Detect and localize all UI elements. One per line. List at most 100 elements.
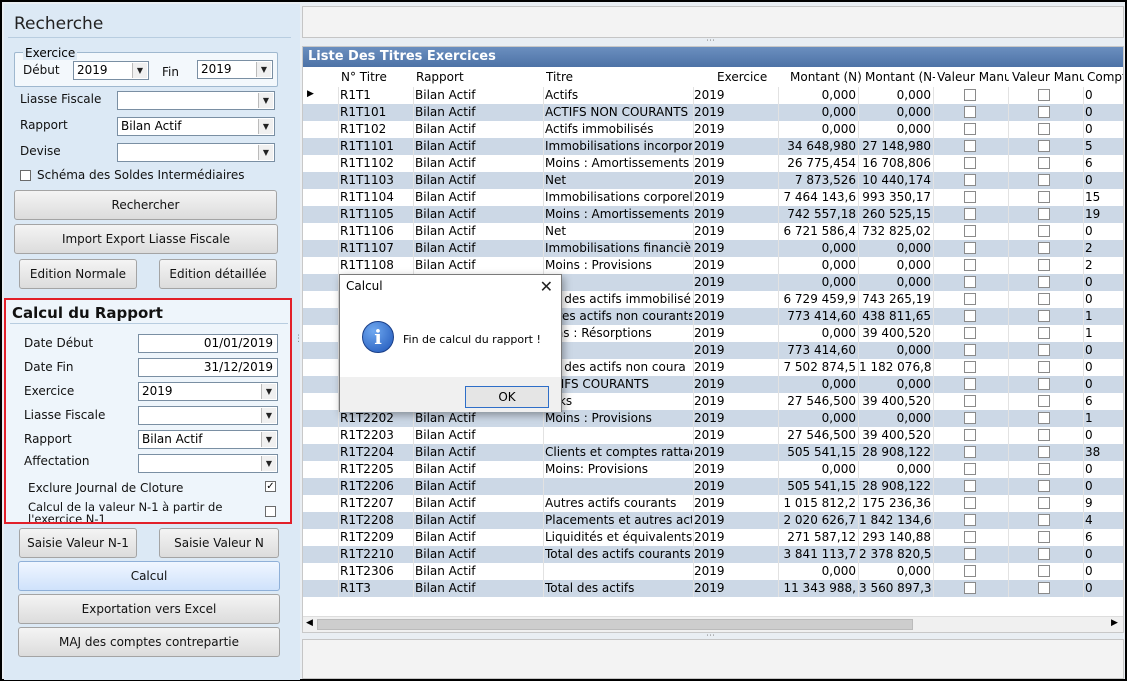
cell-rapport[interactable]: Bilan Actif xyxy=(415,513,540,527)
table-row[interactable]: R1T1 Bilan Actif Actifs 2019 0,000 0,000 0 xyxy=(303,87,1123,104)
date-debut-input[interactable]: 01/01/2019 xyxy=(138,334,278,353)
cell-titre[interactable]: Total des actifs xyxy=(545,581,692,595)
cell-montant-n1[interactable]: 0,000 xyxy=(859,275,931,289)
cell-rapport[interactable]: Bilan Actif xyxy=(415,173,540,187)
cell-titre[interactable]: Immobilisations incorpore xyxy=(545,139,692,153)
cell-no-titre[interactable]: R1T102 xyxy=(340,122,412,136)
cell-exercice[interactable]: 2019 xyxy=(694,445,754,459)
grip-icon[interactable]: ⋯ xyxy=(706,36,715,46)
cell-montant-n[interactable]: 11 343 988, xyxy=(779,581,856,595)
cell-montant-n1[interactable]: 1 842 134,6 xyxy=(859,513,931,527)
cell-titre[interactable]: Placements et autres actif xyxy=(545,513,692,527)
cell-titre[interactable]: oins : Résorptions xyxy=(545,326,692,340)
valeur-manu-n1-checkbox[interactable] xyxy=(1038,429,1050,441)
cell-compte[interactable]: 9 xyxy=(1085,496,1123,510)
cell-no-titre[interactable]: R1T2210 xyxy=(340,547,412,561)
scroll-left-icon[interactable]: ◀ xyxy=(306,618,313,628)
cell-compte[interactable]: 6 xyxy=(1085,156,1123,170)
valeur-manu-n1-checkbox[interactable] xyxy=(1038,480,1050,492)
cell-exercice[interactable]: 2019 xyxy=(694,309,754,323)
valeur-manu-n-checkbox[interactable] xyxy=(964,89,976,101)
table-row[interactable]: R1T1107 Bilan Actif Immobilisations financ… xyxy=(303,240,1123,257)
import-export-button[interactable]: Import Export Liasse Fiscale xyxy=(14,224,278,254)
col-header-rapport[interactable]: Rapport xyxy=(416,70,464,84)
valeur-manu-n1-checkbox[interactable] xyxy=(1038,276,1050,288)
cell-montant-n[interactable]: 505 541,15 xyxy=(779,445,856,459)
cell-titre[interactable]: Autres actifs courants xyxy=(545,496,692,510)
cell-montant-n1[interactable]: 0,000 xyxy=(859,88,931,102)
cell-no-titre[interactable]: R1T3 xyxy=(340,581,412,595)
valeur-manu-n-checkbox[interactable] xyxy=(964,225,976,237)
cell-montant-n[interactable]: 0,000 xyxy=(779,564,856,578)
chevron-down-icon[interactable]: ▼ xyxy=(258,119,273,134)
date-fin-input[interactable]: 31/12/2019 xyxy=(138,358,278,377)
close-icon[interactable]: ✕ xyxy=(540,277,553,296)
chevron-down-icon[interactable]: ▼ xyxy=(132,63,147,78)
valeur-manu-n1-checkbox[interactable] xyxy=(1038,378,1050,390)
cell-compte[interactable]: 0 xyxy=(1085,479,1123,493)
valeur-manu-n1-checkbox[interactable] xyxy=(1038,140,1050,152)
cell-compte[interactable]: 0 xyxy=(1085,88,1123,102)
table-row[interactable]: R1T2208 Bilan Actif Placements et autres a… xyxy=(303,512,1123,529)
valeur-manu-n1-checkbox[interactable] xyxy=(1038,225,1050,237)
cell-exercice[interactable]: 2019 xyxy=(694,564,754,578)
cell-compte[interactable]: 0 xyxy=(1085,343,1123,357)
cell-compte[interactable]: 19 xyxy=(1085,207,1123,221)
valeur-manu-n1-checkbox[interactable] xyxy=(1038,344,1050,356)
saisie-n-button[interactable]: Saisie Valeur N xyxy=(159,528,279,558)
valeur-manu-n-checkbox[interactable] xyxy=(964,242,976,254)
col-header-valeur-manu-n[interactable]: Valeur Manu xyxy=(937,70,1009,84)
table-row[interactable]: R1T102 Bilan Actif Actifs immobilisés 2019 0… xyxy=(303,121,1123,138)
cell-exercice[interactable]: 2019 xyxy=(694,428,754,442)
cell-compte[interactable]: 0 xyxy=(1085,105,1123,119)
cell-no-titre[interactable]: R1T1106 xyxy=(340,224,412,238)
valeur-manu-n1-checkbox[interactable] xyxy=(1038,514,1050,526)
cell-rapport[interactable]: Bilan Actif xyxy=(415,530,540,544)
cell-no-titre[interactable]: R1T1103 xyxy=(340,173,412,187)
chevron-down-icon[interactable]: ▼ xyxy=(261,384,276,399)
table-row[interactable]: R1T1101 Bilan Actif Immobilisations incorp… xyxy=(303,138,1123,155)
cell-titre[interactable]: Immobilisations corporell xyxy=(545,190,692,204)
cell-montant-n1[interactable]: 16 708,806 xyxy=(859,156,931,170)
cell-exercice[interactable]: 2019 xyxy=(694,343,754,357)
cell-montant-n1[interactable]: 0,000 xyxy=(859,105,931,119)
cell-exercice[interactable]: 2019 xyxy=(694,394,754,408)
cell-rapport[interactable]: Bilan Actif xyxy=(415,139,540,153)
cell-compte[interactable]: 0 xyxy=(1085,173,1123,187)
cell-titre[interactable]: Liquidités et équivalents d xyxy=(545,530,692,544)
valeur-manu-n1-checkbox[interactable] xyxy=(1038,582,1050,594)
cell-compte[interactable]: 0 xyxy=(1085,428,1123,442)
valeur-manu-n1-checkbox[interactable] xyxy=(1038,293,1050,305)
table-row[interactable]: R1T2207 Bilan Actif Autres actifs courants… xyxy=(303,495,1123,512)
valeur-manu-n-checkbox[interactable] xyxy=(964,276,976,288)
valeur-manu-n1-checkbox[interactable] xyxy=(1038,310,1050,322)
cell-rapport[interactable]: Bilan Actif xyxy=(415,479,540,493)
valeur-manu-n1-checkbox[interactable] xyxy=(1038,361,1050,373)
cell-exercice[interactable]: 2019 xyxy=(694,479,754,493)
cell-exercice[interactable]: 2019 xyxy=(694,377,754,391)
col-header-compte[interactable]: Compt xyxy=(1087,70,1123,84)
valeur-manu-n1-checkbox[interactable] xyxy=(1038,327,1050,339)
cell-compte[interactable]: 38 xyxy=(1085,445,1123,459)
cell-exercice[interactable]: 2019 xyxy=(694,275,754,289)
cell-no-titre[interactable]: R1T2204 xyxy=(340,445,412,459)
cell-titre[interactable]: Actifs xyxy=(545,88,692,102)
valeur-manu-n-checkbox[interactable] xyxy=(964,361,976,373)
cell-montant-n[interactable]: 2 020 626,7 xyxy=(779,513,856,527)
cell-titre[interactable]: Total des actifs courants xyxy=(545,547,692,561)
cell-compte[interactable]: 0 xyxy=(1085,581,1123,595)
affectation-select[interactable]: ▼ xyxy=(138,454,278,473)
cell-montant-n[interactable]: 27 546,500 xyxy=(779,428,856,442)
valeur-manu-n-checkbox[interactable] xyxy=(964,514,976,526)
cell-no-titre[interactable]: R1T1102 xyxy=(340,156,412,170)
cell-titre[interactable]: Actifs immobilisés xyxy=(545,122,692,136)
cell-montant-n[interactable]: 0,000 xyxy=(779,241,856,255)
cell-rapport[interactable]: Bilan Actif xyxy=(415,105,540,119)
cell-montant-n1[interactable]: 0,000 xyxy=(859,241,931,255)
cell-compte[interactable]: 0 xyxy=(1085,564,1123,578)
cell-compte[interactable]: 0 xyxy=(1085,547,1123,561)
table-row[interactable]: R1T1102 Bilan Actif Moins : Amortissements… xyxy=(303,155,1123,172)
valeur-manu-n1-checkbox[interactable] xyxy=(1038,242,1050,254)
cell-montant-n[interactable]: 773 414,60 xyxy=(779,309,856,323)
cell-exercice[interactable]: 2019 xyxy=(694,360,754,374)
